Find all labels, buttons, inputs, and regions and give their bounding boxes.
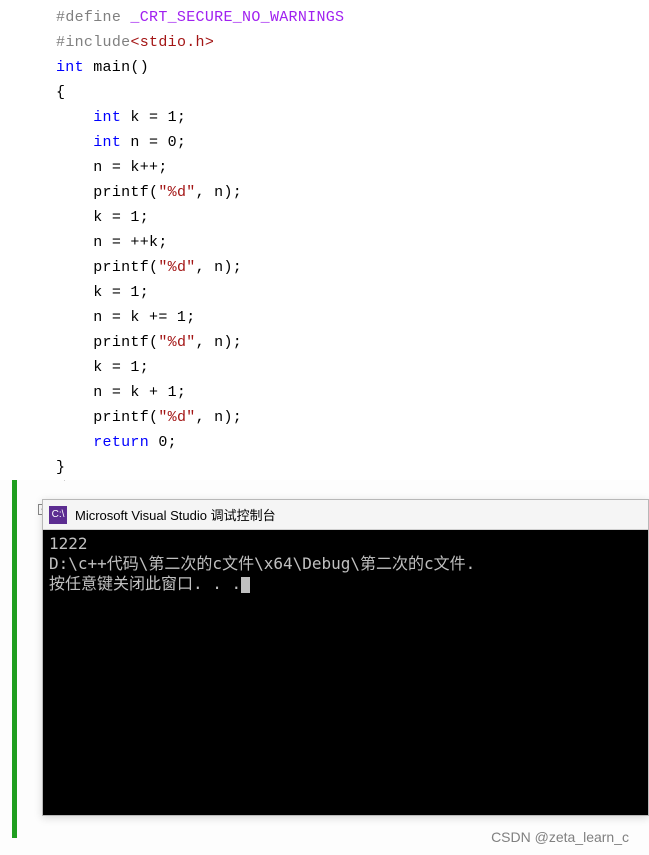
console-line: D:\c++代码\第二次的c文件\x64\Debug\第二次的c文件. <box>49 554 475 573</box>
preproc-hash: # <box>56 34 65 51</box>
stmt: k = 1; <box>121 109 186 126</box>
stmt: n = k += 1; <box>93 309 195 326</box>
header-name: stdio.h <box>140 34 205 51</box>
stmt: n = ++k; <box>93 234 167 251</box>
keyword: return <box>93 434 149 451</box>
string-literal: "%d" <box>158 184 195 201</box>
stmt: n = 0; <box>121 134 186 151</box>
func-call: printf <box>93 184 149 201</box>
stmt: n = k + 1; <box>93 384 186 401</box>
code-line: printf("%d", n); <box>0 330 649 355</box>
code-line: n = k + 1; <box>0 380 649 405</box>
cursor-icon <box>241 577 250 593</box>
func-call: printf <box>93 409 149 426</box>
code-line: int n = 0; <box>0 130 649 155</box>
console-line: 按任意键关闭此窗口. . . <box>49 574 241 593</box>
code-line: #include<stdio.h> <box>0 30 649 55</box>
paren: ( <box>149 334 158 351</box>
stmt: k = 1; <box>93 284 149 301</box>
preproc-keyword: include <box>65 34 130 51</box>
code-line: printf("%d", n); <box>0 180 649 205</box>
watermark-text: CSDN @zeta_learn_c <box>491 829 629 845</box>
code-line: } <box>0 455 649 480</box>
args: , n); <box>196 334 243 351</box>
code-line: n = k += 1; <box>0 305 649 330</box>
console-output: 1222 D:\c++代码\第二次的c文件\x64\Debug\第二次的c文件.… <box>43 530 648 815</box>
code-line: int main() <box>0 55 649 80</box>
debug-console-window[interactable]: C:\ Microsoft Visual Studio 调试控制台 1222 D… <box>42 499 649 816</box>
args: , n); <box>196 259 243 276</box>
macro-name: _CRT_SECURE_NO_WARNINGS <box>121 9 344 26</box>
paren: ( <box>149 259 158 276</box>
code-line: #define _CRT_SECURE_NO_WARNINGS <box>0 5 649 30</box>
func-call: printf <box>93 259 149 276</box>
preproc-hash: # <box>56 9 65 26</box>
string-literal: "%d" <box>158 409 195 426</box>
func-call: printf <box>93 334 149 351</box>
paren: ( <box>149 184 158 201</box>
stmt: k = 1; <box>93 209 149 226</box>
brace: } <box>56 459 65 476</box>
code-line: n = k++; <box>0 155 649 180</box>
console-icon: C:\ <box>49 506 67 524</box>
angle-bracket: < <box>130 34 139 51</box>
code-line: k = 1; <box>0 280 649 305</box>
code-line: int k = 1; <box>0 105 649 130</box>
code-line: k = 1; <box>0 355 649 380</box>
code-line: k = 1; <box>0 205 649 230</box>
string-literal: "%d" <box>158 259 195 276</box>
type-keyword: int <box>93 109 121 126</box>
stmt: n = k++; <box>93 159 167 176</box>
type-keyword: int <box>56 59 84 76</box>
stmt: k = 1; <box>93 359 149 376</box>
string-literal: "%d" <box>158 334 195 351</box>
console-line: 1222 <box>49 534 88 553</box>
code-line: printf("%d", n); <box>0 405 649 430</box>
console-title: Microsoft Visual Studio 调试控制台 <box>75 505 276 524</box>
function-name: main <box>84 59 131 76</box>
console-titlebar[interactable]: C:\ Microsoft Visual Studio 调试控制台 <box>43 500 648 530</box>
code-line: printf("%d", n); <box>0 255 649 280</box>
parens: () <box>130 59 149 76</box>
paren: ( <box>149 409 158 426</box>
code-line: return 0; <box>0 430 649 455</box>
code-line: n = ++k; <box>0 230 649 255</box>
args: , n); <box>196 409 243 426</box>
stmt: 0; <box>149 434 177 451</box>
angle-bracket: > <box>205 34 214 51</box>
type-keyword: int <box>93 134 121 151</box>
args: , n); <box>196 184 243 201</box>
code-line: { <box>0 80 649 105</box>
code-editor[interactable]: #define _CRT_SECURE_NO_WARNINGS #include… <box>0 0 649 480</box>
brace: { <box>56 84 65 101</box>
preproc-keyword: define <box>65 9 121 26</box>
